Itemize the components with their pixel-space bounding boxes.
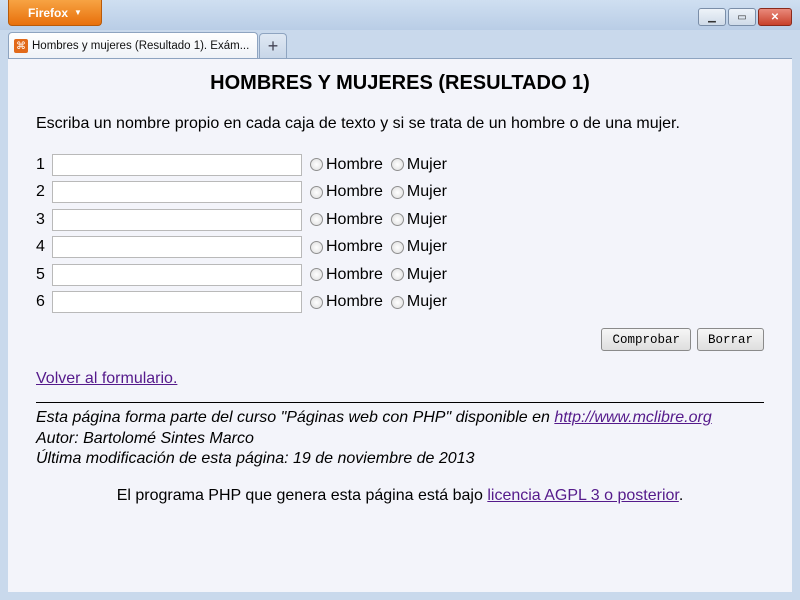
new-tab-button[interactable]: +	[259, 33, 287, 58]
radio-female-5[interactable]: Mujer	[390, 265, 447, 284]
radio-female-3[interactable]: Mujer	[390, 210, 447, 229]
radio-label: Mujer	[406, 155, 447, 173]
name-row: 2 Hombre Mujer	[36, 179, 764, 207]
radio-male-6[interactable]: Hombre	[310, 293, 383, 311]
radio-icon[interactable]	[310, 268, 323, 282]
row-number: 1	[36, 155, 45, 173]
name-input-5[interactable]	[52, 263, 302, 286]
license-line: El programa PHP que genera esta página e…	[36, 487, 764, 505]
tab-active[interactable]: ⌘ Hombres y mujeres (Resultado 1). Exám.…	[8, 32, 258, 59]
radio-label: Hombre	[326, 265, 383, 283]
minimize-button[interactable]: ▁	[698, 8, 726, 26]
radio-label: Hombre	[326, 210, 383, 228]
radio-male-4[interactable]: Hombre	[310, 238, 383, 256]
minimize-icon: ▁	[708, 11, 716, 23]
radio-icon[interactable]	[390, 213, 404, 227]
radio-icon[interactable]	[390, 295, 404, 309]
window-controls: ▁ ▭ ✕	[698, 8, 792, 26]
page-title: HOMBRES Y MUJERES (RESULTADO 1)	[210, 72, 590, 94]
back-to-form-link[interactable]: Volver al formulario.	[36, 370, 764, 388]
name-row: 5 Hombre Mujer	[36, 261, 764, 289]
mclibre-link[interactable]: http://www.mclibre.org	[554, 409, 711, 426]
favicon-icon: ⌘	[14, 39, 28, 53]
intro-text: Escriba un nombre propio en cada caja de…	[36, 115, 680, 132]
radio-icon[interactable]	[310, 185, 323, 199]
radio-icon[interactable]	[310, 295, 323, 309]
name-row: 1 Hombre Mujer	[36, 151, 764, 179]
radio-male-3[interactable]: Hombre	[310, 211, 383, 229]
footer-course-line: Esta página forma parte del curso "Págin…	[36, 408, 764, 429]
radio-female-1[interactable]: Mujer	[390, 155, 447, 174]
clear-button[interactable]: Borrar	[696, 328, 764, 351]
name-row: 4 Hombre Mujer	[36, 234, 764, 262]
check-button[interactable]: Comprobar	[601, 328, 691, 351]
name-input-3[interactable]	[52, 208, 302, 231]
close-icon: ✕	[770, 11, 780, 23]
radio-label: Hombre	[326, 155, 383, 173]
radio-female-2[interactable]: Mujer	[390, 183, 447, 201]
name-row: 6 Hombre Mujer	[36, 289, 764, 317]
radio-label: Mujer	[406, 210, 447, 228]
tab-title: Hombres y mujeres (Resultado 1). Exám...	[32, 40, 250, 52]
radio-male-2[interactable]: Hombre	[310, 183, 383, 201]
maximize-button[interactable]: ▭	[728, 8, 756, 26]
row-number: 3	[36, 210, 45, 228]
radio-icon[interactable]	[390, 268, 404, 282]
page-content: HOMBRES Y MUJERES (RESULTADO 1) Escriba …	[8, 58, 792, 592]
radio-icon[interactable]	[310, 213, 323, 227]
form-buttons: Comprobar Borrar	[36, 328, 764, 351]
firefox-menu-button[interactable]: Firefox ▼	[8, 0, 102, 26]
radio-male-1[interactable]: Hombre	[310, 156, 383, 174]
tab-strip: ⌘ Hombres y mujeres (Resultado 1). Exám.…	[0, 30, 800, 59]
radio-icon[interactable]	[390, 158, 404, 172]
firefox-menu-label: Firefox	[28, 5, 69, 20]
row-number: 4	[36, 238, 45, 256]
chevron-down-icon: ▼	[74, 8, 82, 17]
name-input-1[interactable]	[52, 153, 302, 176]
radio-icon[interactable]	[390, 185, 404, 199]
radio-icon[interactable]	[390, 240, 404, 254]
footer-modified: Última modificación de esta página: 19 d…	[36, 450, 475, 467]
maximize-icon: ▭	[737, 11, 747, 23]
radio-label: Mujer	[406, 183, 447, 201]
divider	[36, 402, 764, 403]
footer-course-text: Esta página forma parte del curso "Págin…	[36, 409, 555, 426]
row-number: 2	[36, 183, 45, 201]
plus-icon: +	[267, 35, 279, 56]
radio-label: Hombre	[326, 293, 383, 311]
license-text: El programa PHP que genera esta página e…	[116, 486, 488, 504]
name-rows: 1 Hombre Mujer 2 Hombre Mujer 3 Hombre M…	[36, 151, 764, 316]
row-number: 5	[36, 265, 45, 283]
footer-author: Autor: Bartolomé Sintes Marco	[36, 429, 254, 447]
name-row: 3 Hombre Mujer	[36, 206, 764, 234]
name-input-4[interactable]	[52, 236, 302, 259]
radio-female-4[interactable]: Mujer	[390, 238, 447, 256]
radio-label: Hombre	[326, 238, 383, 256]
title-bar: Firefox ▼ ▁ ▭ ✕	[0, 0, 800, 30]
radio-female-6[interactable]: Mujer	[390, 293, 447, 311]
radio-icon[interactable]	[310, 158, 323, 172]
row-number: 6	[36, 293, 45, 311]
radio-label: Hombre	[326, 183, 383, 201]
license-link[interactable]: licencia AGPL 3 o posterior	[487, 487, 679, 504]
close-button[interactable]: ✕	[758, 8, 792, 26]
license-suffix: .	[678, 486, 684, 504]
footer: Esta página forma parte del curso "Págin…	[36, 408, 764, 470]
radio-label: Mujer	[406, 238, 447, 256]
name-input-6[interactable]	[52, 291, 302, 314]
radio-male-5[interactable]: Hombre	[310, 266, 383, 284]
radio-label: Mujer	[406, 265, 447, 283]
name-input-2[interactable]	[52, 181, 302, 204]
radio-icon[interactable]	[310, 240, 323, 254]
radio-label: Mujer	[406, 293, 447, 311]
